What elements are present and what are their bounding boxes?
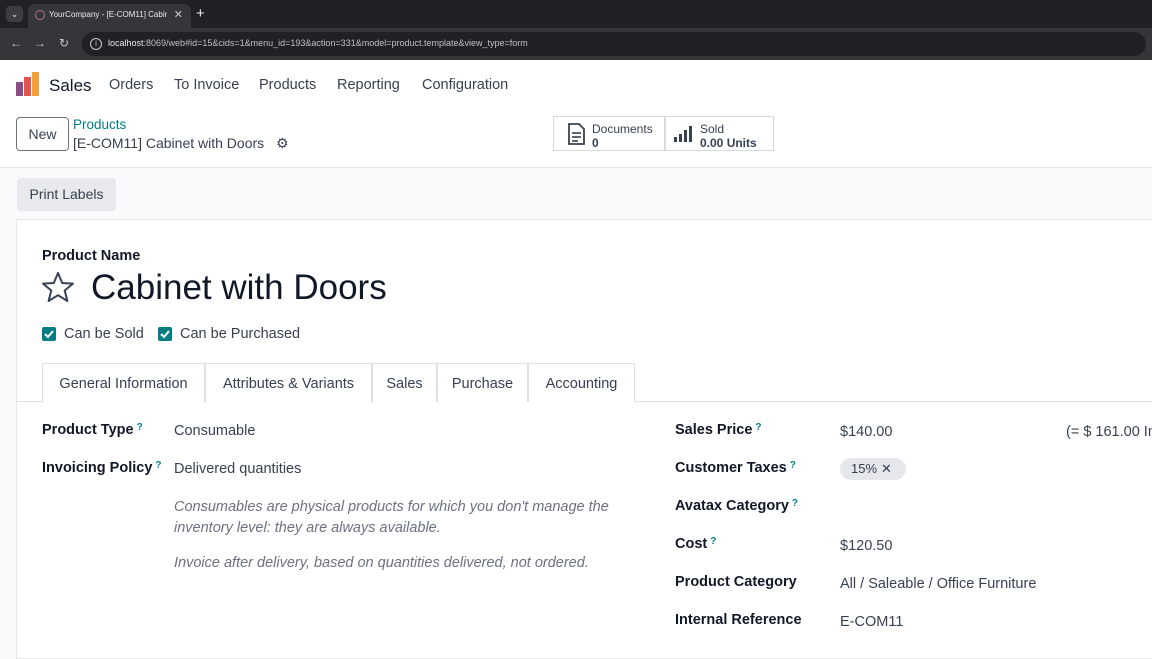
- customer-taxes-label: Customer Taxes?: [675, 460, 796, 476]
- reload-icon[interactable]: ↻: [59, 36, 69, 50]
- sales-price-input[interactable]: $140.00: [840, 424, 892, 440]
- back-arrow-icon[interactable]: ←: [10, 36, 22, 50]
- sales-app-logo-icon[interactable]: [16, 72, 40, 96]
- bar-chart-icon: [674, 126, 692, 142]
- menu-reporting[interactable]: Reporting: [337, 77, 400, 93]
- avatax-category-label: Avatax Category?: [675, 498, 799, 514]
- internal-reference-label: Internal Reference: [675, 612, 802, 628]
- main-navbar: [0, 60, 1152, 110]
- invoicing-policy-select[interactable]: Delivered quantities: [174, 461, 301, 477]
- sold-smart-button[interactable]: Sold 0.00 Units: [665, 116, 774, 151]
- tab-general-information[interactable]: General Information: [42, 363, 205, 403]
- documents-smart-button[interactable]: Documents 0: [553, 116, 665, 151]
- menu-configuration[interactable]: Configuration: [422, 77, 508, 93]
- documents-count: 0: [592, 136, 599, 150]
- tab-close-icon[interactable]: ✕: [174, 8, 183, 21]
- gear-icon[interactable]: ⚙: [276, 135, 289, 152]
- invoicing-policy-label: Invoicing Policy?: [42, 460, 162, 476]
- app-name[interactable]: Sales: [49, 76, 92, 96]
- cost-input[interactable]: $120.50: [840, 538, 892, 554]
- help-tooltip-icon[interactable]: ?: [792, 498, 798, 509]
- tab-search-chevron-icon[interactable]: ⌄: [6, 6, 23, 22]
- browser-tab-bar: ⌄ YourCompany - [E-COM11] Cabinet with D…: [0, 0, 1152, 28]
- help-tooltip-icon[interactable]: ?: [755, 422, 761, 433]
- invoice-policy-help-text: Invoice after delivery, based on quantit…: [174, 555, 589, 571]
- new-tab-icon[interactable]: +: [196, 5, 205, 22]
- favicon-icon: [35, 10, 45, 20]
- tab-accounting[interactable]: Accounting: [528, 363, 635, 402]
- checkmark-icon: [44, 330, 54, 339]
- can-be-purchased-checkbox[interactable]: [158, 327, 172, 341]
- sold-value: 0.00 Units: [700, 136, 757, 150]
- cost-label: Cost?: [675, 536, 717, 552]
- menu-to-invoice[interactable]: To Invoice: [174, 77, 239, 93]
- new-button[interactable]: New: [16, 117, 69, 151]
- sales-price-tax-included: (= $ 161.00 In: [1066, 424, 1152, 440]
- product-category-label: Product Category: [675, 574, 797, 590]
- tab-sales[interactable]: Sales: [372, 363, 437, 402]
- sales-price-label: Sales Price?: [675, 422, 762, 438]
- site-info-icon[interactable]: i: [90, 38, 102, 50]
- product-name-label: Product Name: [42, 248, 141, 264]
- sold-label: Sold: [700, 122, 725, 136]
- help-tooltip-icon[interactable]: ?: [137, 422, 143, 433]
- customer-tax-tag[interactable]: 15% ✕: [840, 458, 906, 480]
- product-name-input[interactable]: Cabinet with Doors: [91, 268, 387, 308]
- product-type-select[interactable]: Consumable: [174, 423, 255, 439]
- documents-label: Documents: [592, 122, 653, 136]
- menu-products[interactable]: Products: [259, 77, 316, 93]
- forward-arrow-icon[interactable]: →: [34, 36, 46, 50]
- breadcrumb-current: [E-COM11] Cabinet with Doors: [73, 135, 265, 151]
- can-be-sold-label[interactable]: Can be Sold: [64, 326, 144, 342]
- breadcrumb-products[interactable]: Products: [73, 117, 126, 132]
- consumable-help-text: Consumables are physical products for wh…: [174, 499, 609, 536]
- product-type-label: Product Type?: [42, 422, 143, 438]
- favorite-star-icon[interactable]: [41, 271, 75, 303]
- internal-reference-input[interactable]: E-COM11: [840, 614, 903, 630]
- help-tooltip-icon[interactable]: ?: [710, 536, 716, 547]
- remove-tag-icon[interactable]: ✕: [881, 458, 892, 480]
- can-be-sold-checkbox[interactable]: [42, 327, 56, 341]
- menu-orders[interactable]: Orders: [109, 77, 153, 93]
- browser-address-bar: ← → ↻ i localhost:8069/web#id=15&cids=1&…: [0, 28, 1152, 60]
- tax-tag-label: 15%: [851, 461, 878, 476]
- tab-attributes-variants[interactable]: Attributes & Variants: [205, 363, 372, 402]
- checkmark-icon: [160, 330, 170, 339]
- can-be-purchased-label[interactable]: Can be Purchased: [180, 326, 300, 342]
- url-text: localhost:8069/web#id=15&cids=1&menu_id=…: [108, 38, 528, 48]
- browser-tab[interactable]: YourCompany - [E-COM11] Cabinet with Doo…: [28, 4, 191, 28]
- tab-title: YourCompany - [E-COM11] Cabinet with Doo…: [49, 10, 167, 19]
- print-labels-button[interactable]: Print Labels: [17, 178, 116, 211]
- tab-purchase[interactable]: Purchase: [437, 363, 528, 402]
- document-icon: [568, 123, 585, 145]
- product-category-select[interactable]: All / Saleable / Office Furniture: [840, 576, 1036, 592]
- url-input[interactable]: i localhost:8069/web#id=15&cids=1&menu_i…: [82, 32, 1146, 56]
- help-tooltip-icon[interactable]: ?: [155, 460, 161, 471]
- help-tooltip-icon[interactable]: ?: [790, 460, 796, 471]
